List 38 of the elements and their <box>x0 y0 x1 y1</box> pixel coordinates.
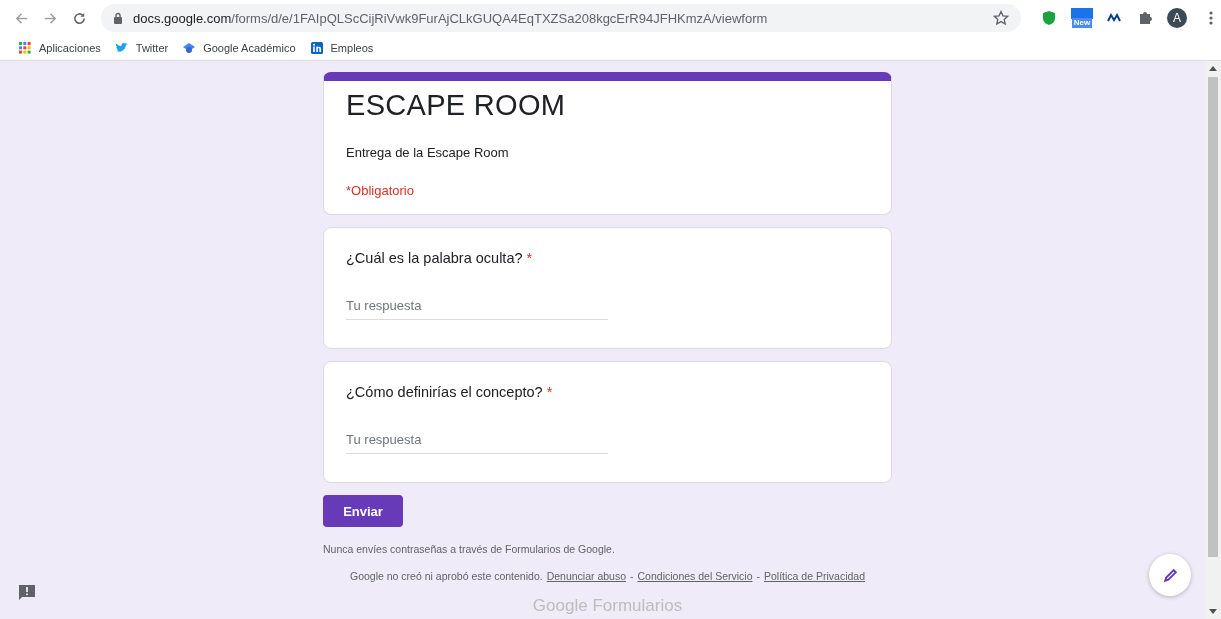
footer-link[interactable]: Política de Privacidad <box>764 570 865 582</box>
bookmark-link[interactable]: Empleos <box>309 42 374 54</box>
brand-logo-text: Google Formularios <box>531 596 684 616</box>
disclaimer-text: Google no creó ni aprobó este contenido. <box>350 570 543 582</box>
required-mark: * <box>526 250 533 266</box>
apps-grid-icon <box>18 42 32 54</box>
menu-icon[interactable] <box>1209 10 1213 26</box>
lock-icon <box>113 12 123 24</box>
form-description: Entrega de la Escape Room <box>346 145 510 160</box>
separator: - <box>756 570 760 582</box>
bookmark-link[interactable]: Google Académico <box>182 42 296 54</box>
bookmark-link[interactable]: Twitter <box>114 42 169 54</box>
reload-icon[interactable] <box>72 10 87 26</box>
scroll-down-icon[interactable] <box>1209 609 1217 615</box>
url-text: docs.google.com/forms/d/e/1FAIpQLScCijRiVwk9FurAjCLkGUQA4EqTXZSa208kgcErR94JFHKmzA/viewform <box>133 10 769 26</box>
bird-icon <box>114 42 129 54</box>
star-icon[interactable] <box>993 10 1009 26</box>
pencil-icon <box>1161 566 1179 584</box>
in-logo-icon <box>309 42 324 54</box>
shield-icon[interactable] <box>1041 10 1057 26</box>
scroll-up-icon[interactable] <box>1209 65 1217 71</box>
bookmark-link[interactable]: Aplicaciones <box>18 42 101 54</box>
profile-avatar[interactable]: A <box>1167 8 1187 28</box>
puzzle-icon[interactable] <box>1137 10 1153 26</box>
edit-button[interactable] <box>1149 554 1191 596</box>
graduation-cap-icon <box>182 42 197 54</box>
password-warning: Nunca envíes contraseñas a través de Formularios de Google. <box>323 543 616 555</box>
footer-link[interactable]: Denunciar abuso <box>546 570 627 582</box>
question-label: ¿Cómo definirías el concepto? <box>346 384 543 400</box>
required-mark: * <box>546 384 553 400</box>
submit-button[interactable]: Enviar <box>323 495 403 527</box>
required-note: *Obligatorio <box>346 183 415 198</box>
question-label: ¿Cuál es la palabra oculta? <box>346 250 523 266</box>
footer-link[interactable]: Condiciones del Servicio <box>637 570 753 582</box>
separator: - <box>630 570 634 582</box>
form-title: ESCAPE ROOM <box>346 89 567 122</box>
address-bar[interactable]: docs.google.com/forms/d/e/1FAIpQLScCijRiVwk9FurAjCLkGUQA4EqTXZSa208kgcErR94JFHKmzA/viewform <box>101 4 1021 32</box>
feedback-icon[interactable] <box>18 583 36 601</box>
